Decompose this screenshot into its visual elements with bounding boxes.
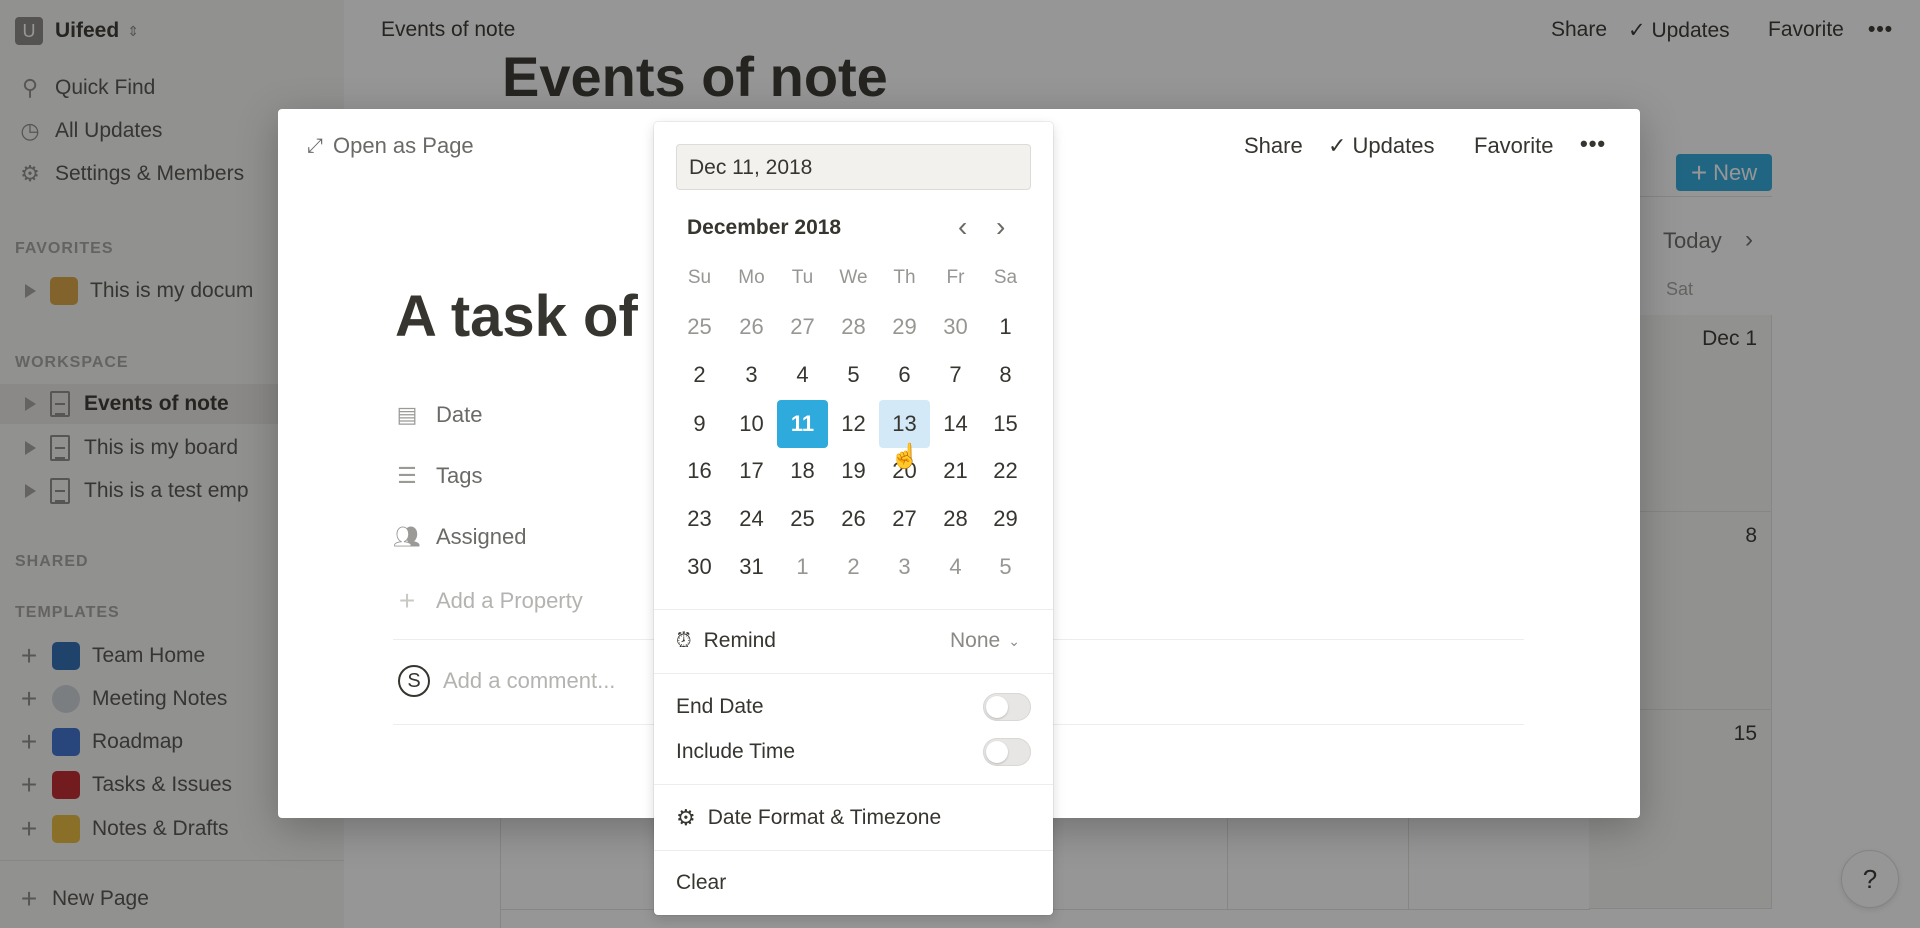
modal-share-button[interactable]: Share (1244, 133, 1303, 159)
day-cell[interactable]: 29 (879, 303, 930, 351)
day-cell[interactable]: 25 (777, 495, 828, 543)
alarm-clock-icon: ⏰︎ (676, 629, 692, 652)
property-label: Date (436, 402, 483, 427)
day-cell[interactable]: 6 (879, 351, 930, 399)
clear-button[interactable]: Clear (676, 871, 726, 895)
day-cell[interactable]: 30 (674, 543, 725, 591)
property-date[interactable]: ▤ Date (393, 402, 483, 428)
hand-cursor-icon: ☝ (890, 443, 920, 470)
day-cell[interactable]: 21 (930, 447, 981, 495)
add-property-label: Add a Property (436, 588, 583, 613)
modal-more-icon[interactable]: ••• (1580, 131, 1606, 157)
day-cell[interactable]: 9 (674, 400, 725, 448)
day-cell[interactable]: 24 (726, 495, 777, 543)
day-cell[interactable]: 8 (980, 351, 1031, 399)
date-format-button[interactable]: ⚙ Date Format & Timezone (676, 805, 941, 831)
property-tags[interactable]: ☰ Tags (393, 463, 482, 489)
date-input[interactable]: Dec 11, 2018 (676, 144, 1031, 190)
day-cell[interactable]: 5 (980, 543, 1031, 591)
day-cell[interactable]: 18 (777, 447, 828, 495)
day-cell[interactable]: 27 (879, 495, 930, 543)
day-cell[interactable]: 4 (777, 351, 828, 399)
weekday-label: Mo (738, 267, 765, 288)
people-icon: 👥︎ (393, 524, 421, 549)
day-cell[interactable]: 27 (777, 303, 828, 351)
remind-value: None (950, 629, 1001, 652)
list-icon: ☰ (397, 463, 417, 488)
remind-label: Remind (703, 629, 776, 652)
expand-arrows-icon: ⤢ (307, 134, 323, 157)
include-time-label: Include Time (676, 740, 796, 763)
day-cell[interactable]: 3 (879, 543, 930, 591)
day-cell[interactable]: 2 (828, 543, 879, 591)
gear-icon: ⚙ (676, 805, 696, 830)
prev-month-icon[interactable]: ‹ (958, 211, 967, 243)
check-icon: ✓ (1328, 133, 1353, 158)
day-cell[interactable]: 3 (726, 351, 777, 399)
divider (654, 673, 1053, 674)
day-cell[interactable]: 23 (674, 495, 725, 543)
include-time-toggle[interactable] (983, 738, 1031, 766)
day-cell[interactable]: 22 (980, 447, 1031, 495)
property-assigned[interactable]: 👥︎ Assigned (393, 524, 527, 550)
day-cell[interactable]: 7 (930, 351, 981, 399)
day-cell[interactable]: 29 (980, 495, 1031, 543)
divider (654, 784, 1053, 785)
comment-input[interactable]: Add a comment... (443, 668, 615, 694)
add-property-button[interactable]: + Add a Property (393, 585, 583, 617)
day-cell[interactable]: 12 (828, 400, 879, 448)
day-cell[interactable]: 19 (828, 447, 879, 495)
weekday-label: Th (893, 267, 916, 288)
comment-avatar: S (398, 665, 430, 697)
day-cell[interactable]: 10 (726, 400, 777, 448)
weekday-label: We (839, 267, 868, 288)
plus-icon: + (398, 585, 416, 616)
remind-dropdown[interactable]: None ⌄ (950, 629, 1020, 653)
day-cell[interactable]: 31 (726, 543, 777, 591)
open-as-page-label: Open as Page (333, 133, 474, 158)
day-cell[interactable]: 15 (980, 400, 1031, 448)
modal-favorite-button[interactable]: Favorite (1474, 133, 1553, 159)
date-format-label: Date Format & Timezone (707, 806, 942, 829)
day-cell[interactable]: 26 (726, 303, 777, 351)
end-date-label: End Date (676, 695, 764, 718)
remind-row[interactable]: ⏰︎ Remind (676, 629, 776, 653)
calendar-icon: ▤ (396, 402, 418, 427)
weekday-label: Su (687, 267, 712, 288)
day-cell[interactable]: 28 (930, 495, 981, 543)
day-cell[interactable]: 2 (674, 351, 725, 399)
day-cell[interactable]: 26 (828, 495, 879, 543)
day-cell[interactable]: 28 (828, 303, 879, 351)
weekday-label: Fr (946, 267, 965, 288)
end-date-toggle[interactable] (983, 693, 1031, 721)
next-month-icon[interactable]: › (996, 211, 1005, 243)
month-label: December 2018 (687, 216, 842, 239)
modal-updates-button[interactable]: ✓ Updates (1328, 133, 1435, 159)
day-cell[interactable]: 1 (777, 543, 828, 591)
day-cell[interactable]: 17 (726, 447, 777, 495)
divider (654, 850, 1053, 851)
property-label: Tags (436, 463, 483, 488)
day-cell[interactable]: 30 (930, 303, 981, 351)
day-cell[interactable]: 5 (828, 351, 879, 399)
date-picker-popup: Dec 11, 2018 December 2018 ‹ › Su Mo Tu We T… (654, 122, 1053, 915)
chevron-down-icon: ⌄ (1008, 632, 1020, 649)
day-cell[interactable]: 1 (980, 303, 1031, 351)
day-cell[interactable]: 25 (674, 303, 725, 351)
open-as-page-button[interactable]: ⤢ Open as Page (307, 133, 474, 159)
day-cell[interactable]: 14 (930, 400, 981, 448)
day-cell[interactable]: 11 (777, 400, 828, 448)
day-cell[interactable]: 13 (879, 400, 930, 448)
divider (654, 609, 1053, 610)
updates-label: Updates (1352, 133, 1435, 158)
weekday-label: Sa (993, 267, 1018, 288)
day-cell[interactable]: 16 (674, 447, 725, 495)
day-cell[interactable]: 4 (930, 543, 981, 591)
task-title[interactable]: A task of (395, 283, 638, 350)
weekday-label: Tu (791, 267, 814, 288)
property-label: Assigned (436, 524, 527, 549)
